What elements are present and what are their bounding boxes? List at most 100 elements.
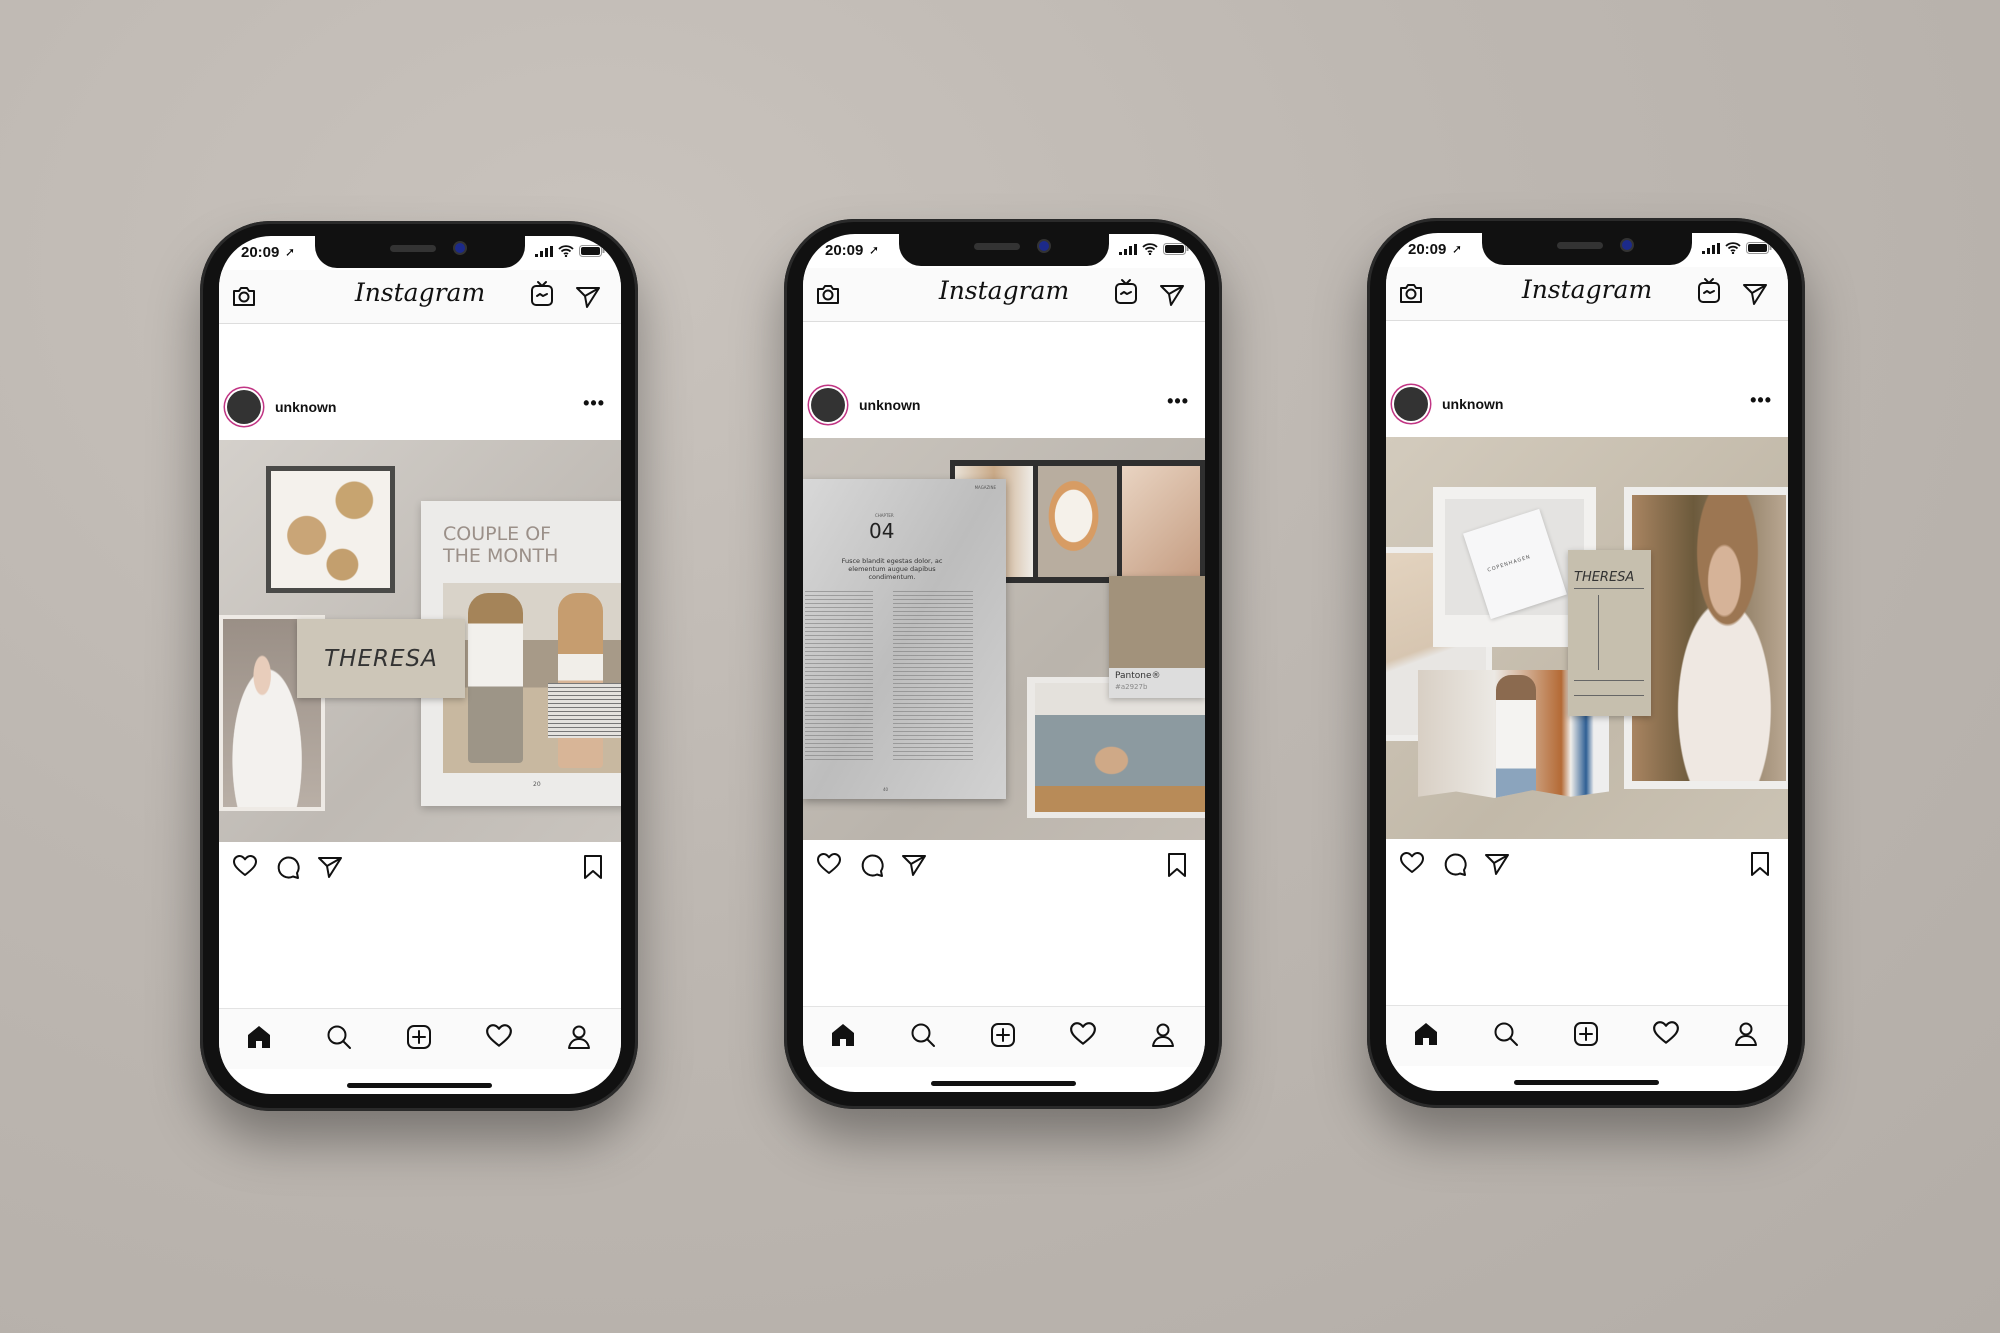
signal-icon [535,245,553,257]
bookmark-icon[interactable] [581,854,605,880]
add-post-icon[interactable] [1572,1020,1600,1048]
speaker [1557,242,1603,249]
search-icon[interactable] [909,1021,937,1049]
bottom-nav [803,1006,1205,1067]
app-header: Instagram [803,268,1205,322]
comment-icon[interactable] [859,852,885,878]
phone-3: 20:09 ➚ Instagram unknown ••• COPENHAGEN [1367,218,1805,1108]
avatar[interactable] [811,388,845,422]
activity-heart-icon[interactable] [1069,1021,1097,1047]
battery-icon [1163,243,1189,255]
username[interactable]: unknown [1442,396,1503,412]
profile-icon[interactable] [1149,1021,1177,1049]
phone-screen: 20:09 ➚ Instagram unknown ••• COPENHAGEN [1386,233,1788,1091]
page-number: 40 [883,787,889,792]
page-number: 20 [533,781,541,788]
search-icon[interactable] [1492,1020,1520,1048]
app-header: Instagram [219,270,621,324]
comment-icon[interactable] [1442,851,1468,877]
body-text-left [805,591,873,761]
heart-icon[interactable] [1399,851,1425,875]
speaker [390,245,436,252]
swatch-code: #a2927b [1115,683,1148,691]
status-time: 20:09 [241,244,280,261]
profile-icon[interactable] [565,1023,593,1051]
heart-icon[interactable] [816,852,842,876]
igtv-icon[interactable] [1696,277,1722,310]
direct-message-icon[interactable] [575,284,601,315]
location-arrow-icon: ➚ [285,245,296,259]
post-header: unknown ••• [803,387,1205,427]
share-icon[interactable] [317,854,343,880]
post-image[interactable]: COUPLE OF THE MONTH 20 THERESA [219,440,621,842]
activity-heart-icon[interactable] [485,1023,513,1049]
chapter-number: 04 [869,519,895,543]
more-options-icon[interactable]: ••• [1167,391,1189,412]
home-icon[interactable] [245,1023,273,1051]
magazine-tag: MAGAZINE [974,485,996,490]
post-header: unknown ••• [219,389,621,429]
more-options-icon[interactable]: ••• [1750,390,1772,411]
heart-icon[interactable] [232,854,258,878]
status-time: 20:09 [825,242,864,259]
body-text-right [893,591,973,761]
wifi-icon [1725,242,1741,254]
add-post-icon[interactable] [989,1021,1017,1049]
avatar[interactable] [227,390,261,424]
username[interactable]: unknown [275,399,336,415]
front-camera [455,243,465,253]
notch [899,234,1109,266]
name-card: THERESA [297,619,465,698]
signal-icon [1119,243,1137,255]
magazine-page: MAGAZINE CHAPTER 04 Fusce blandit egesta… [803,479,1006,799]
swatch-name: Pantone® [1115,671,1161,681]
bookmark-icon[interactable] [1165,852,1189,878]
avatar[interactable] [1394,387,1428,421]
status-icons [1702,242,1772,254]
battery-icon [1746,242,1772,254]
battery-icon [579,245,605,257]
comment-icon[interactable] [275,854,301,880]
home-indicator[interactable] [1514,1080,1659,1085]
bottom-nav [1386,1005,1788,1066]
bookmark-icon[interactable] [1748,851,1772,877]
bottom-nav [219,1008,621,1069]
activity-heart-icon[interactable] [1652,1020,1680,1046]
profile-icon[interactable] [1732,1020,1760,1048]
front-camera [1039,241,1049,251]
direct-message-icon[interactable] [1742,281,1768,312]
speaker [974,243,1020,250]
add-post-icon[interactable] [405,1023,433,1051]
home-indicator[interactable] [347,1083,492,1088]
app-logo: Instagram [938,276,1070,305]
phone-2: 20:09 ➚ Instagram unknown ••• MAGAZINE C… [784,219,1222,1109]
post-image[interactable]: MAGAZINE CHAPTER 04 Fusce blandit egesta… [803,438,1205,840]
notebook-label: COPENHAGEN [1486,553,1532,574]
share-icon[interactable] [1484,851,1510,877]
home-icon[interactable] [829,1021,857,1049]
phone-1: 20:09 ➚ Instagram unknown ••• COUPLE OF … [200,221,638,1111]
status-time: 20:09 [1408,241,1447,258]
app-logo: Instagram [354,278,486,307]
home-indicator[interactable] [931,1081,1076,1086]
notch [1482,233,1692,265]
home-icon[interactable] [1412,1020,1440,1048]
username[interactable]: unknown [859,397,920,413]
page-heading-line-1: COUPLE OF [443,523,552,545]
post-image[interactable]: COPENHAGEN THERESA [1386,437,1788,839]
location-arrow-icon: ➚ [869,243,880,257]
more-options-icon[interactable]: ••• [583,393,605,414]
igtv-icon[interactable] [1113,278,1139,311]
chapter-subtitle: Fusce blandit egestas dolor, ac elementu… [841,557,943,581]
igtv-icon[interactable] [529,280,555,313]
post-actions [1386,849,1788,879]
location-arrow-icon: ➚ [1452,242,1463,256]
status-icons [1119,243,1189,255]
front-camera [1622,240,1632,250]
pantone-swatch: Pantone® #a2927b [1109,576,1205,698]
couple-photo [443,583,621,773]
post-actions [803,850,1205,880]
direct-message-icon[interactable] [1159,282,1185,313]
search-icon[interactable] [325,1023,353,1051]
share-icon[interactable] [901,852,927,878]
